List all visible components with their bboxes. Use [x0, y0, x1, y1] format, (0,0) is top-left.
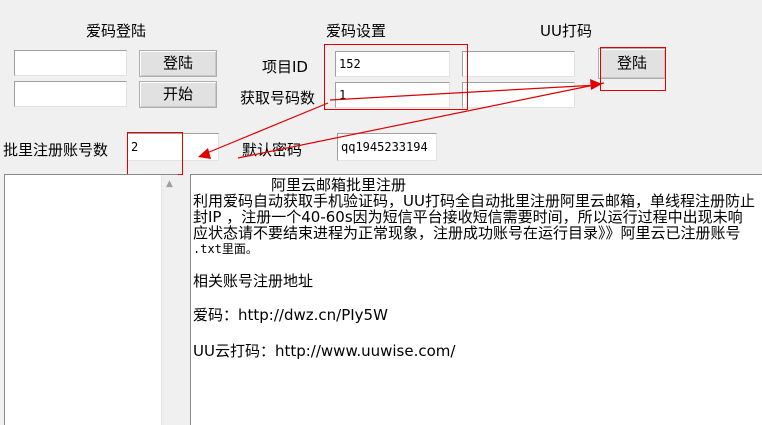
info-blank — [193, 289, 762, 305]
aima-login-button[interactable]: 登陆 — [139, 50, 217, 77]
annotation-box-uu-login — [600, 47, 666, 91]
info-uu-url: UU云打码：http://www.uuwise.com/ — [193, 342, 456, 360]
annotation-box-settings — [324, 44, 468, 110]
info-related-heading: 相关账号注册地址 — [193, 272, 314, 290]
start-button[interactable]: 开始 — [139, 81, 217, 108]
default-password-label: 默认密码 — [242, 141, 303, 159]
project-id-label: 项目ID — [262, 58, 308, 76]
section-aima-login: 爱码登陆 — [86, 22, 147, 40]
aima-password-input[interactable] — [14, 81, 127, 107]
info-aima-url: 爱码：http://dwz.cn/PIy5W — [193, 306, 388, 324]
section-aima-settings: 爱码设置 — [326, 22, 387, 40]
aima-username-input[interactable] — [14, 50, 127, 76]
info-blank — [193, 323, 762, 339]
account-list[interactable]: ▲ — [4, 174, 178, 425]
info-line: 封IP ，注册一个40-60s因为短信平台接收短信需要时间，所以运行过程中出现未… — [193, 208, 743, 226]
account-list-scrollbar[interactable]: ▲ — [161, 175, 178, 425]
annotation-box-batch-count — [127, 132, 183, 175]
section-uu-captcha: UU打码 — [540, 22, 592, 40]
batch-count-label: 批里注册账号数 — [3, 141, 109, 159]
scroll-up-arrow-icon[interactable]: ▲ — [166, 179, 173, 189]
default-password-input[interactable]: qq1945233194 — [337, 133, 437, 161]
info-blank — [193, 257, 762, 273]
uu-password-input[interactable] — [462, 82, 575, 108]
info-textarea[interactable]: 阿里云邮箱批里注册 利用爱码自动获取手机验证码，UU打码全自动批里注册阿里云邮箱… — [190, 174, 762, 425]
get-count-label: 获取号码数 — [240, 89, 316, 107]
uu-username-input[interactable] — [462, 51, 575, 77]
info-line: 利用爱码自动获取手机验证码，UU打码全自动批里注册阿里云邮箱，单线程注册防止 — [193, 192, 755, 210]
info-title: 阿里云邮箱批里注册 — [271, 176, 407, 194]
info-line: 应状态请不要结束进程为正常现象，注册成功账号在运行目录》》阿里云已注册账号 — [193, 224, 741, 242]
info-line: .txt里面。 — [193, 242, 258, 256]
